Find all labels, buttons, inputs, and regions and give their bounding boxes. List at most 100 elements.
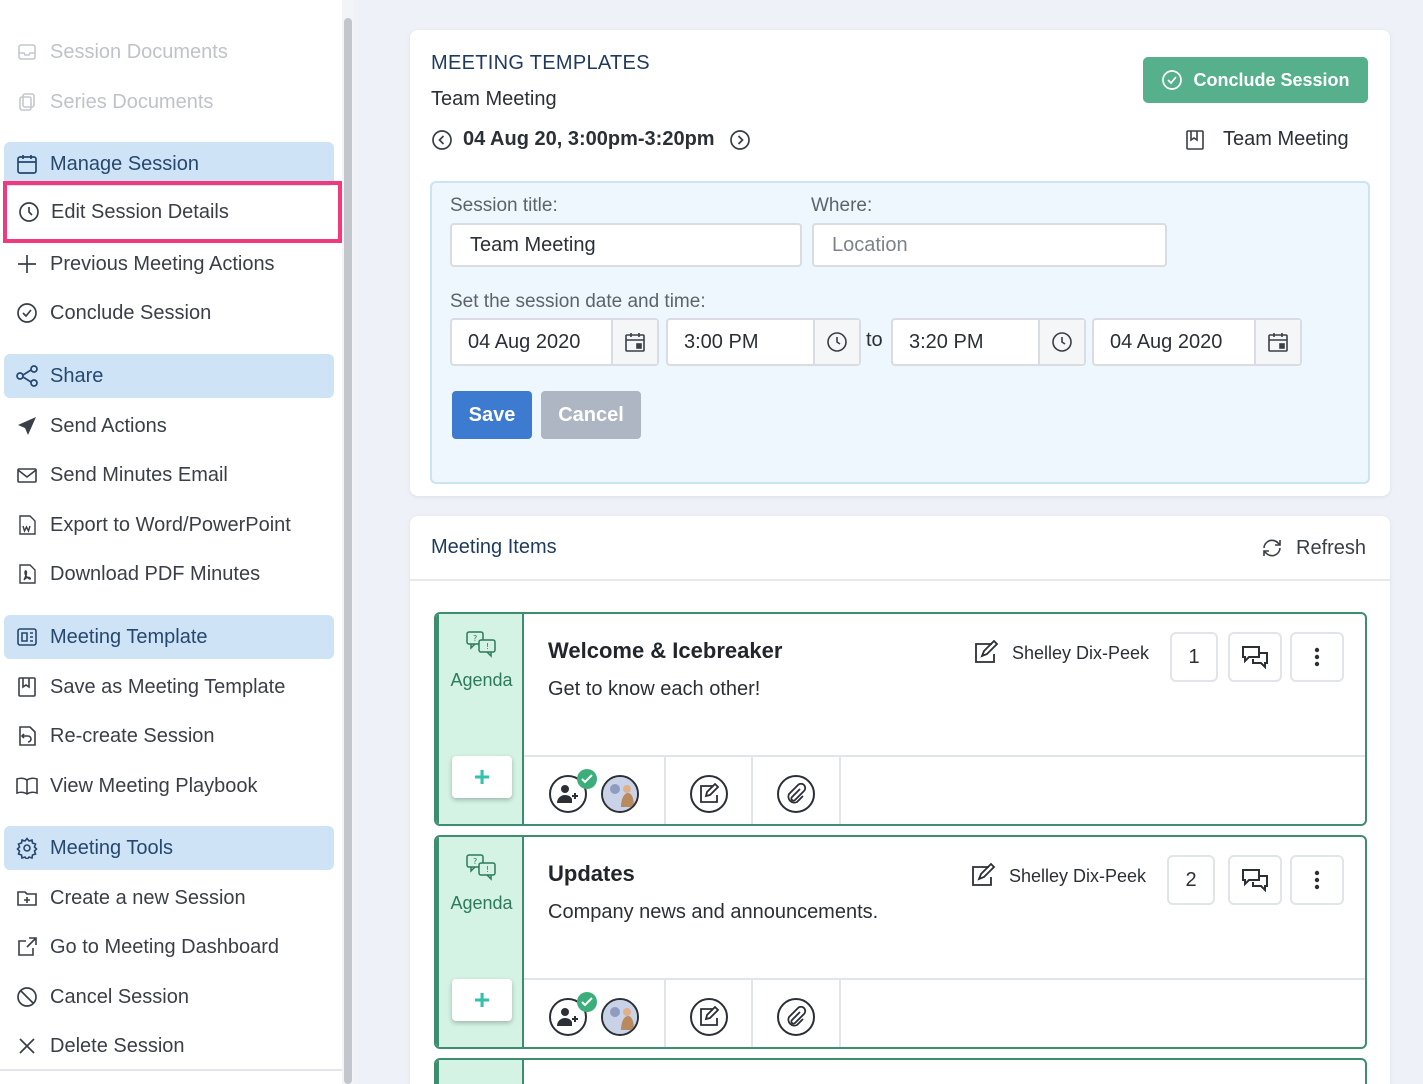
gear-icon: [4, 837, 50, 859]
chevron-left-icon[interactable]: [431, 129, 453, 151]
sidebar-section-meeting-tools: Meeting Tools: [4, 826, 334, 870]
sidebar-item-previous-meeting-actions[interactable]: Previous Meeting Actions: [4, 242, 334, 286]
add-item-button[interactable]: +: [452, 979, 512, 1021]
chevron-right-icon[interactable]: [729, 129, 751, 151]
folder-plus-icon: [4, 887, 50, 909]
avatar[interactable]: [601, 774, 639, 813]
sidebar-item-view-meeting-playbook[interactable]: View Meeting Playbook: [4, 764, 334, 808]
edit-icon: [972, 640, 1000, 666]
sidebar-item-label: Session Documents: [50, 40, 228, 63]
calendar-icon[interactable]: [611, 320, 657, 364]
sidebar-item-create-new-session[interactable]: Create a new Session: [4, 876, 334, 920]
sidebar-item-send-minutes-email[interactable]: Send Minutes Email: [4, 453, 334, 497]
attachments-cell[interactable]: [753, 757, 841, 824]
attendees-cell[interactable]: [524, 980, 666, 1047]
avatar[interactable]: [601, 997, 639, 1036]
sidebar-item-edit-session-details[interactable]: Edit Session Details: [3, 181, 342, 243]
page-title: MEETING TEMPLATES: [431, 52, 650, 74]
sidebar-item-delete-session[interactable]: Delete Session: [4, 1024, 334, 1068]
end-time-picker[interactable]: 3:20 PM: [891, 318, 1086, 366]
edit-icon: [969, 863, 997, 889]
item-owner[interactable]: Shelley Dix-Peek: [972, 640, 1149, 666]
send-icon: [4, 415, 50, 437]
agenda-badge: ?! Agenda +: [436, 614, 524, 824]
sidebar-scrollbar[interactable]: [342, 0, 354, 1084]
attachments-cell[interactable]: [753, 980, 841, 1047]
share-icon: [4, 364, 50, 388]
add-attendee-icon[interactable]: [549, 768, 597, 813]
bookmark-icon: [4, 676, 50, 698]
paperclip-icon[interactable]: [777, 774, 815, 813]
template-link[interactable]: Team Meeting: [1185, 128, 1349, 151]
end-time-value[interactable]: 3:20 PM: [893, 320, 1038, 364]
sidebar-item-label: Cancel Session: [50, 985, 189, 1008]
sidebar-item-label: Previous Meeting Actions: [50, 252, 275, 275]
save-button[interactable]: Save: [452, 391, 532, 439]
sidebar-item-label: Edit Session Details: [51, 200, 229, 223]
meeting-items-card: Meeting Items Refresh ?! Agenda + Welcom…: [410, 516, 1390, 1084]
session-title-input[interactable]: Team Meeting: [450, 223, 802, 267]
sidebar-item-label: Download PDF Minutes: [50, 562, 261, 585]
sidebar-item-label: Send Minutes Email: [50, 463, 228, 486]
item-toolbar: [524, 978, 1365, 1047]
bookmark-icon: [1185, 129, 1205, 151]
sidebar-item-label: Send Actions: [50, 414, 167, 437]
sidebar-section-meeting-template: Meeting Template: [4, 615, 334, 659]
agenda-badge: ?! Agenda +: [436, 837, 524, 1047]
more-options-button[interactable]: [1290, 632, 1344, 682]
item-owner[interactable]: Shelley Dix-Peek: [969, 863, 1146, 889]
sidebar-item-cancel-session[interactable]: Cancel Session: [4, 975, 334, 1019]
sidebar-item-send-actions[interactable]: Send Actions: [4, 404, 334, 448]
paperclip-icon[interactable]: [777, 997, 815, 1036]
session-date-range: 04 Aug 20, 3:00pm-3:20pm: [463, 128, 715, 150]
sidebar-item-label: Meeting Template: [50, 625, 208, 648]
check-circle-icon: [1161, 69, 1183, 91]
sidebar-item-label: Conclude Session: [50, 301, 212, 324]
datetime-label: Set the session date and time:: [450, 291, 706, 312]
start-time-picker[interactable]: 3:00 PM: [666, 318, 861, 366]
conclude-session-label: Conclude Session: [1193, 69, 1350, 90]
sidebar-item-go-to-meeting-dashboard[interactable]: Go to Meeting Dashboard: [4, 925, 334, 969]
comments-button[interactable]: [1228, 855, 1282, 905]
start-date-value[interactable]: 04 Aug 2020: [452, 320, 611, 364]
location-input[interactable]: Location: [812, 223, 1167, 267]
svg-text:!: !: [486, 865, 489, 874]
comments-icon: [1241, 645, 1269, 669]
add-attendee-icon[interactable]: [549, 991, 597, 1036]
meeting-item[interactable]: [434, 1058, 1367, 1084]
attendees-cell[interactable]: [524, 757, 666, 824]
check-icon: [577, 768, 597, 789]
sidebar-item-re-create-session[interactable]: Re-create Session: [4, 714, 334, 758]
more-options-button[interactable]: [1290, 855, 1344, 905]
sidebar-item-conclude-session[interactable]: Conclude Session: [4, 291, 334, 335]
meeting-item[interactable]: ?! Agenda + Welcome & Icebreaker Get to …: [434, 612, 1367, 826]
sidebar-scrollbar-thumb[interactable]: [344, 18, 352, 1084]
notes-cell[interactable]: [666, 980, 753, 1047]
comments-button[interactable]: [1228, 632, 1282, 682]
start-time-value[interactable]: 3:00 PM: [668, 320, 813, 364]
sidebar-item-session-documents: Session Documents: [4, 30, 334, 74]
notes-icon[interactable]: [689, 997, 728, 1036]
cancel-button[interactable]: Cancel: [541, 391, 641, 439]
sidebar-item-download-pdf-minutes[interactable]: Download PDF Minutes: [4, 552, 334, 596]
meeting-item[interactable]: ?! Agenda + Updates Company news and ann…: [434, 835, 1367, 1049]
conclude-session-button[interactable]: Conclude Session: [1143, 57, 1368, 103]
refresh-button[interactable]: Refresh: [1260, 536, 1366, 560]
where-label: Where:: [811, 195, 873, 216]
sidebar-item-export-word-powerpoint[interactable]: Export to Word/PowerPoint: [4, 503, 334, 547]
clock-icon[interactable]: [813, 320, 859, 364]
calendar-icon[interactable]: [1254, 320, 1300, 364]
add-item-button[interactable]: +: [452, 756, 512, 798]
sidebar-item-save-as-meeting-template[interactable]: Save as Meeting Template: [4, 665, 334, 709]
start-date-picker[interactable]: 04 Aug 2020: [450, 318, 659, 366]
documents-icon: [4, 92, 50, 112]
sidebar-item-label: Create a new Session: [50, 886, 246, 909]
notes-icon[interactable]: [689, 774, 728, 813]
clock-icon[interactable]: [1038, 320, 1084, 364]
notes-cell[interactable]: [666, 757, 753, 824]
sidebar-item-label: Export to Word/PowerPoint: [50, 513, 291, 536]
end-date-value[interactable]: 04 Aug 2020: [1094, 320, 1254, 364]
vertical-dots-icon: [1314, 647, 1320, 667]
end-date-picker[interactable]: 04 Aug 2020: [1092, 318, 1302, 366]
item-description: Get to know each other!: [548, 678, 761, 700]
